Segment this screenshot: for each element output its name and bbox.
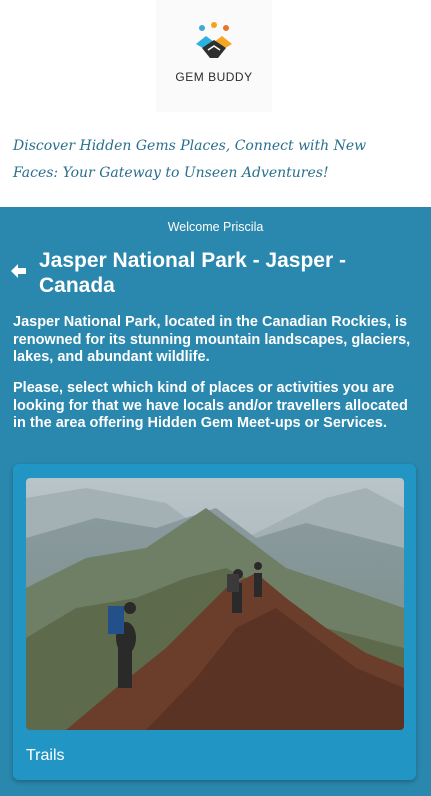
brand-name: GEM BUDDY [175, 70, 253, 84]
instructions-text: Please, select which kind of places or a… [13, 380, 408, 431]
tagline: Discover Hidden Gems Places, Connect wit… [13, 138, 367, 181]
welcome-message: Welcome Priscila [167, 220, 264, 234]
header: GEM BUDDY Discover Hidden Gems Places, C… [0, 0, 431, 207]
category-label: Trails [26, 747, 65, 764]
page-title: Jasper National Park - Jasper - Canada [39, 249, 346, 297]
category-card-trails[interactable]: Trails [13, 464, 416, 780]
logo[interactable]: GEM BUDDY [156, 0, 272, 112]
location-description: Jasper National Park, located in the Can… [13, 314, 411, 365]
main-content: Welcome Priscila Jasper National Park - … [0, 207, 431, 796]
handshake-icon [196, 22, 232, 58]
hikers-mountain-trail-image [26, 478, 404, 730]
back-arrow-icon[interactable] [11, 264, 27, 278]
